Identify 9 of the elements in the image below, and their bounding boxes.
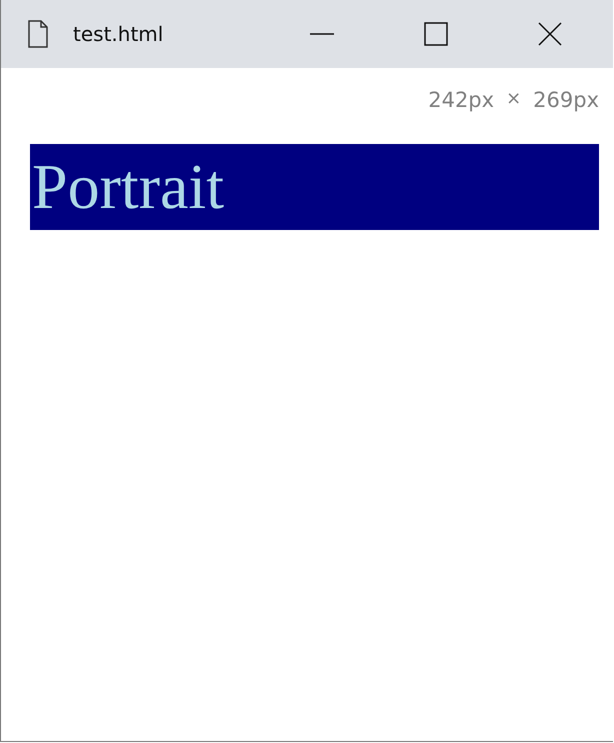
close-icon	[538, 22, 562, 46]
viewport-width: 242px	[428, 88, 494, 114]
heading: Portrait	[32, 155, 224, 219]
viewport-height: 269px	[533, 88, 599, 114]
times-sign: ×	[506, 88, 522, 111]
document-icon	[28, 20, 48, 48]
window-title: test.html	[73, 22, 164, 46]
maximize-icon	[424, 22, 448, 46]
minimize-icon	[310, 33, 334, 35]
